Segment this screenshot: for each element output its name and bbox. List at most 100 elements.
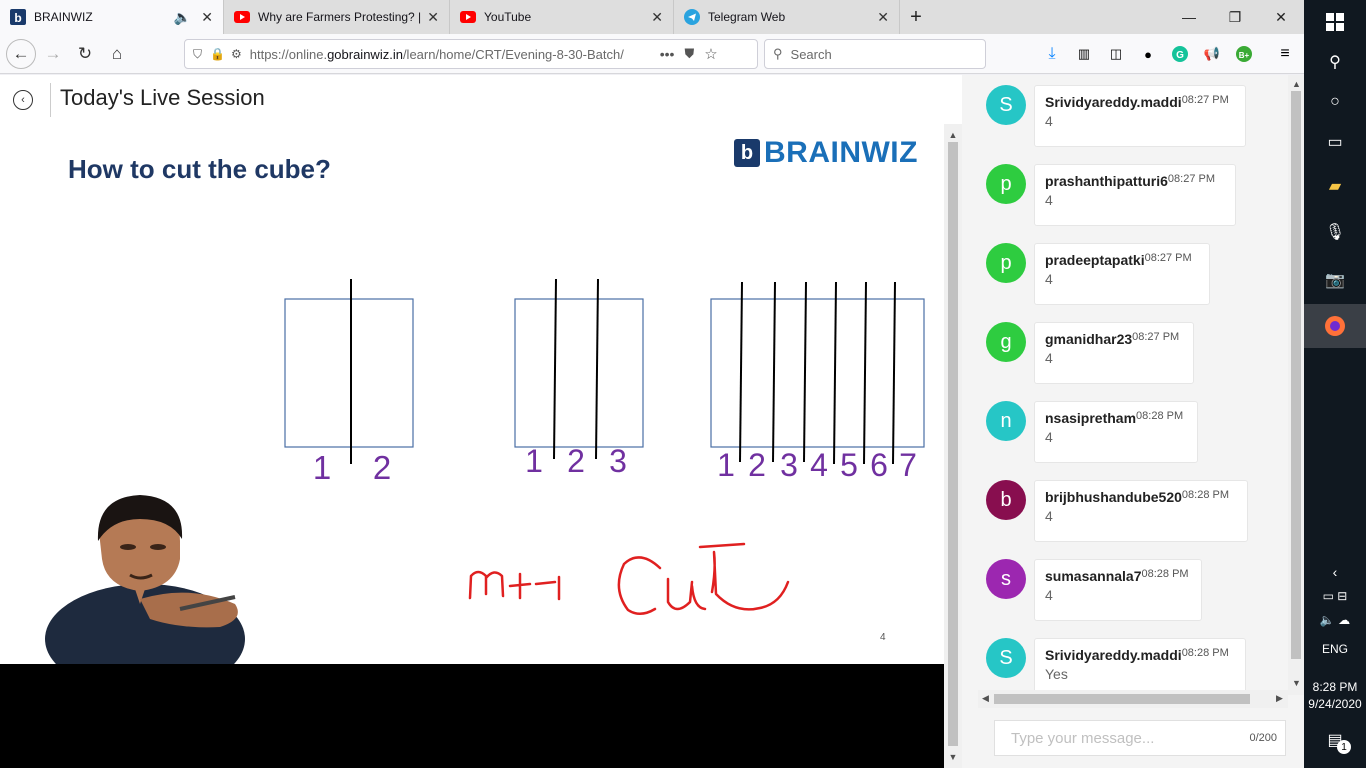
telegram-icon: [684, 9, 700, 25]
section-number: 3: [780, 447, 798, 483]
message-bubble: nsasipretham08:28 PM 4: [1034, 401, 1198, 463]
message-username: brijbhushandube52008:28 PM: [1045, 489, 1230, 505]
message-username: gmanidhar2308:27 PM: [1045, 331, 1180, 347]
restore-icon[interactable]: ❐: [1212, 0, 1258, 34]
task-view-icon[interactable]: ▭: [1304, 120, 1366, 164]
youtube-icon: [460, 9, 476, 25]
file-explorer-icon[interactable]: ▰: [1304, 164, 1366, 208]
cut-line: [772, 281, 776, 463]
shield-icon[interactable]: ⛉: [193, 47, 202, 62]
windows-start-icon[interactable]: [1304, 0, 1366, 44]
url-text[interactable]: https://online.gobrainwiz.in/learn/home/…: [250, 47, 650, 62]
scroll-up-icon[interactable]: ▲: [1292, 79, 1301, 89]
scroll-right-icon[interactable]: ▶: [1276, 693, 1283, 704]
language-indicator[interactable]: ENG: [1304, 642, 1366, 656]
minimize-icon[interactable]: —: [1166, 0, 1212, 34]
back-arrow-icon[interactable]: ←: [6, 39, 36, 69]
section-number: 7: [899, 447, 917, 483]
section-number: 1: [717, 447, 735, 483]
chat-message-list[interactable]: S Srividyareddy.maddi08:27 PM 4 p prashanthi…: [978, 75, 1288, 695]
tab-label: Telegram Web: [708, 10, 786, 24]
tab-label: BRAINWIZ: [34, 10, 93, 24]
cut-line: [863, 281, 867, 465]
bookmark-star-icon[interactable]: ☆: [704, 45, 717, 63]
chat-message: b brijbhushandube52008:28 PM 4: [986, 480, 1286, 542]
chat-message: S Srividyareddy.maddi08:28 PM Yes: [986, 638, 1286, 695]
svg-text:G: G: [1176, 50, 1184, 61]
chat-message: g gmanidhar2308:27 PM 4: [986, 322, 1286, 384]
search-icon: ⚲: [773, 46, 783, 61]
new-tab-button[interactable]: +: [893, 0, 939, 34]
recorder-app-icon[interactable]: 🎙: [1304, 210, 1366, 254]
library-icon[interactable]: ▥: [1075, 45, 1093, 63]
speaker-icon[interactable]: 🔈: [174, 9, 191, 26]
section-number: 2: [748, 447, 766, 483]
grammarly-icon[interactable]: G: [1171, 45, 1189, 63]
notification-center-icon[interactable]: ▤ 1: [1304, 718, 1366, 762]
search-input[interactable]: ⚲ Search: [764, 39, 986, 69]
chat-horizontal-scrollbar[interactable]: ◀ ▶: [978, 690, 1288, 708]
message-text: 4: [1045, 508, 1053, 524]
cortana-icon[interactable]: ○: [1304, 80, 1366, 124]
tab-brainwiz[interactable]: b BRAINWIZ 🔈 ✕: [0, 0, 224, 34]
sidebar-icon[interactable]: ◫: [1107, 45, 1125, 63]
window-close-icon[interactable]: ✕: [1258, 0, 1304, 34]
tab-telegram[interactable]: Telegram Web ✕: [674, 0, 900, 34]
tab-label: Why are Farmers Protesting? | C: [258, 10, 422, 24]
lock-icon[interactable]: 🔒: [210, 47, 225, 61]
cut-line: [892, 281, 896, 465]
clock-date[interactable]: 9/24/2020: [1304, 697, 1366, 711]
scroll-thumb[interactable]: [994, 694, 1250, 704]
video-scrollbar[interactable]: ▲ ▼: [944, 124, 962, 768]
avatar: p: [986, 243, 1026, 283]
message-text: 4: [1045, 587, 1053, 603]
more-actions-icon[interactable]: •••: [660, 46, 675, 62]
scroll-thumb[interactable]: [948, 142, 958, 746]
extension-bplus-icon[interactable]: B+: [1235, 45, 1253, 63]
camera-app-icon[interactable]: 📷: [1304, 258, 1366, 302]
message-text: 4: [1045, 192, 1053, 208]
close-icon[interactable]: ✕: [877, 9, 889, 26]
close-icon[interactable]: ✕: [651, 9, 663, 26]
scroll-left-icon[interactable]: ◀: [982, 693, 989, 704]
permissions-icon[interactable]: ⚙: [231, 47, 242, 61]
menu-icon[interactable]: ≡: [1276, 45, 1294, 63]
section-number: 1: [525, 443, 543, 479]
square-2: [514, 298, 644, 448]
avatar: b: [986, 480, 1026, 520]
chat-scrollbar[interactable]: ▲ ▼: [1288, 75, 1304, 695]
firefox-icon[interactable]: [1304, 304, 1366, 348]
reload-icon[interactable]: ↻: [70, 39, 100, 69]
volume-onedrive-icon[interactable]: 🔈 ☁: [1304, 598, 1366, 642]
section-number: 2: [373, 449, 391, 486]
clock-time[interactable]: 8:28 PM: [1304, 680, 1366, 694]
tab-farmers-video[interactable]: Why are Farmers Protesting? | C ✕: [224, 0, 450, 34]
search-icon[interactable]: ⚲: [1304, 40, 1366, 84]
avatar: n: [986, 401, 1026, 441]
avatar: g: [986, 322, 1026, 362]
section-number: 1: [313, 449, 331, 486]
forward-arrow-icon[interactable]: →: [38, 39, 68, 69]
message-time: 08:28 PM: [1181, 647, 1229, 659]
back-chevron-icon[interactable]: ‹: [13, 90, 33, 110]
scroll-down-icon[interactable]: ▼: [944, 748, 962, 766]
pocket-icon[interactable]: ⛊: [684, 46, 694, 62]
account-icon[interactable]: ●: [1139, 45, 1157, 63]
section-number: 4: [810, 447, 828, 483]
message-bubble: prashanthipatturi608:27 PM 4: [1034, 164, 1236, 226]
screen: b BRAINWIZ 🔈 ✕ Why are Farmers Protestin…: [0, 0, 1366, 768]
scroll-down-icon[interactable]: ▼: [1292, 678, 1301, 688]
url-bar[interactable]: ⛉ 🔒 ⚙ https://online.gobrainwiz.in/learn…: [184, 39, 758, 69]
header-divider: [50, 83, 51, 117]
message-text: 4: [1045, 271, 1053, 287]
tab-youtube[interactable]: YouTube ✕: [450, 0, 674, 34]
home-icon[interactable]: ⌂: [102, 39, 132, 69]
download-icon[interactable]: ⤓: [1043, 45, 1061, 63]
svg-text:b: b: [14, 11, 21, 25]
scroll-thumb[interactable]: [1291, 91, 1301, 659]
close-icon[interactable]: ✕: [427, 9, 439, 26]
chat-message-input[interactable]: Type your message... 0/200: [994, 720, 1286, 756]
close-icon[interactable]: ✕: [201, 9, 213, 26]
megaphone-icon[interactable]: 📢: [1203, 45, 1221, 63]
page-title: Today's Live Session: [60, 85, 265, 110]
